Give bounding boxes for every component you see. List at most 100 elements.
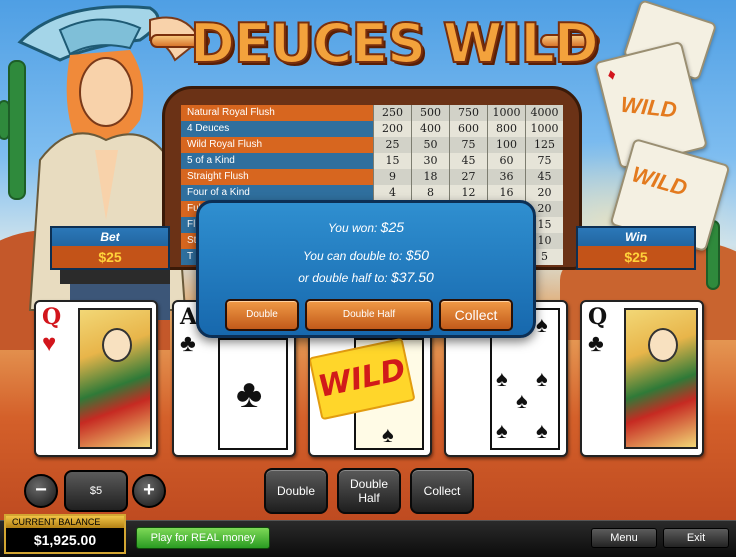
balance-value: $1,925.00	[33, 532, 97, 548]
paytable-payout: 16	[487, 184, 525, 201]
won-line: You won: $25	[199, 219, 533, 235]
bet-amount: $5	[64, 470, 128, 512]
half-label: or double half to:	[298, 271, 388, 285]
spade-icon: ♠	[516, 388, 528, 413]
paytable-payout: 12	[449, 184, 487, 201]
paytable-row: Four of a Kind 4 8 12 16 20	[181, 184, 565, 201]
card-rank: A	[180, 304, 198, 330]
paytable-hand-name: Four of a Kind	[181, 184, 373, 201]
bet-stepper: − $5 +	[22, 468, 170, 514]
paytable-row: Straight Flush 9 18 27 36 45	[181, 168, 565, 185]
paytable-payout: 75	[525, 152, 563, 169]
card-1[interactable]: Q ♥	[34, 300, 158, 457]
decor-wild-label: WILD	[629, 161, 690, 201]
heart-icon: ♥	[42, 330, 57, 357]
play-real-money-button[interactable]: Play for REAL money	[136, 527, 270, 549]
dialog-double-button[interactable]: Double	[225, 299, 299, 331]
double-button[interactable]: Double	[264, 468, 328, 514]
club-icon: ♣	[236, 372, 263, 416]
card-rank: Q	[42, 304, 62, 330]
paytable-row: Natural Royal Flush 250 500 750 1000 4000	[181, 105, 565, 121]
spade-icon: ♠	[496, 366, 508, 391]
game-title: DEUCES WILD	[189, 11, 600, 76]
dialog-collect-button[interactable]: Collect	[439, 299, 513, 331]
paytable-payout: 36	[487, 168, 525, 185]
decrease-bet-button[interactable]: −	[24, 474, 58, 508]
paytable-row: 5 of a Kind 15 30 45 60 75	[181, 152, 565, 169]
paytable-payout: 800	[487, 120, 525, 137]
paytable-payout: 30	[411, 152, 449, 169]
club-icon: ♣	[180, 330, 196, 357]
collect-button[interactable]: Collect	[410, 468, 474, 514]
half-line: or double half to: $37.50	[199, 269, 533, 285]
won-value: $25	[380, 219, 405, 235]
paytable-payout: 250	[373, 105, 411, 121]
paytable-payout: 60	[487, 152, 525, 169]
card-rank: Q	[588, 304, 608, 330]
double-half-line2: Half	[358, 491, 380, 505]
spade-icon: ♠	[536, 366, 548, 391]
card-5[interactable]: Q ♣	[580, 300, 704, 457]
won-label: You won:	[327, 221, 378, 235]
increase-bet-button[interactable]: +	[132, 474, 166, 508]
bet-panel: Bet $25	[50, 226, 170, 270]
balance-display: CURRENT BALANCE $1,925.00	[4, 514, 126, 554]
paytable-payout: 4000	[525, 105, 563, 121]
paytable-hand-name: Natural Royal Flush	[181, 105, 373, 121]
balance-label: CURRENT BALANCE	[6, 516, 124, 528]
paytable-payout: 1000	[487, 105, 525, 121]
paytable-payout: 1000	[525, 120, 563, 137]
paytable-payout: 15	[373, 152, 411, 169]
game-stage: ♦ WILD WILD DEUCES WILD Natural Royal Fl…	[0, 0, 736, 557]
double-up-dialog: You won: $25 You can double to: $50 or d…	[196, 200, 536, 338]
paytable-payout: 75	[449, 136, 487, 153]
queen-head	[648, 328, 678, 362]
card-inner-frame: ♣	[218, 338, 288, 450]
queen-face-art	[78, 308, 152, 449]
double-half-button[interactable]: Double Half	[337, 468, 401, 514]
decor-wild-label: WILD	[619, 91, 678, 123]
exit-button[interactable]: Exit	[663, 528, 729, 548]
paytable-row: Wild Royal Flush 25 50 75 100 125	[181, 136, 565, 153]
paytable-payout: 25	[373, 136, 411, 153]
double-value: $50	[405, 247, 430, 263]
paytable-payout: 20	[525, 184, 563, 201]
paytable-payout: 50	[411, 136, 449, 153]
paytable-hand-name: 4 Deuces	[181, 120, 373, 137]
paytable-hand-name: Straight Flush	[181, 168, 373, 185]
paytable-payout: 500	[411, 105, 449, 121]
queen-head	[102, 328, 132, 362]
bet-value: $25	[52, 246, 168, 268]
paytable-payout: 18	[411, 168, 449, 185]
queen-face-art	[624, 308, 698, 449]
paytable-payout: 9	[373, 168, 411, 185]
paytable-payout: 125	[525, 136, 563, 153]
bet-label: Bet	[100, 230, 120, 244]
paytable-payout: 8	[411, 184, 449, 201]
club-icon: ♣	[588, 330, 604, 357]
paytable-payout: 100	[487, 136, 525, 153]
paytable-hand-name: Wild Royal Flush	[181, 136, 373, 153]
double-half-line1: Double	[349, 477, 389, 491]
paytable-payout: 600	[449, 120, 487, 137]
win-value: $25	[578, 246, 694, 268]
menu-button[interactable]: Menu	[591, 528, 657, 548]
paytable-payout: 4	[373, 184, 411, 201]
paytable-row: 4 Deuces 200 400 600 800 1000	[181, 120, 565, 137]
paytable-payout: 400	[411, 120, 449, 137]
paytable-hand-name: 5 of a Kind	[181, 152, 373, 169]
dialog-double-half-button[interactable]: Double Half	[305, 299, 433, 331]
win-panel: Win $25	[576, 226, 696, 270]
paytable-payout: 45	[449, 152, 487, 169]
half-value: $37.50	[390, 269, 434, 285]
paytable-payout: 45	[525, 168, 563, 185]
paytable-payout: 27	[449, 168, 487, 185]
paytable-payout: 200	[373, 120, 411, 137]
spade-icon: ♠	[536, 312, 548, 337]
paytable-payout: 750	[449, 105, 487, 121]
win-label: Win	[625, 230, 647, 244]
spade-icon: ♠	[536, 418, 548, 443]
spade-icon: ♠	[382, 422, 394, 447]
spade-icon: ♠	[496, 418, 508, 443]
diamond-icon: ♦	[605, 65, 618, 85]
